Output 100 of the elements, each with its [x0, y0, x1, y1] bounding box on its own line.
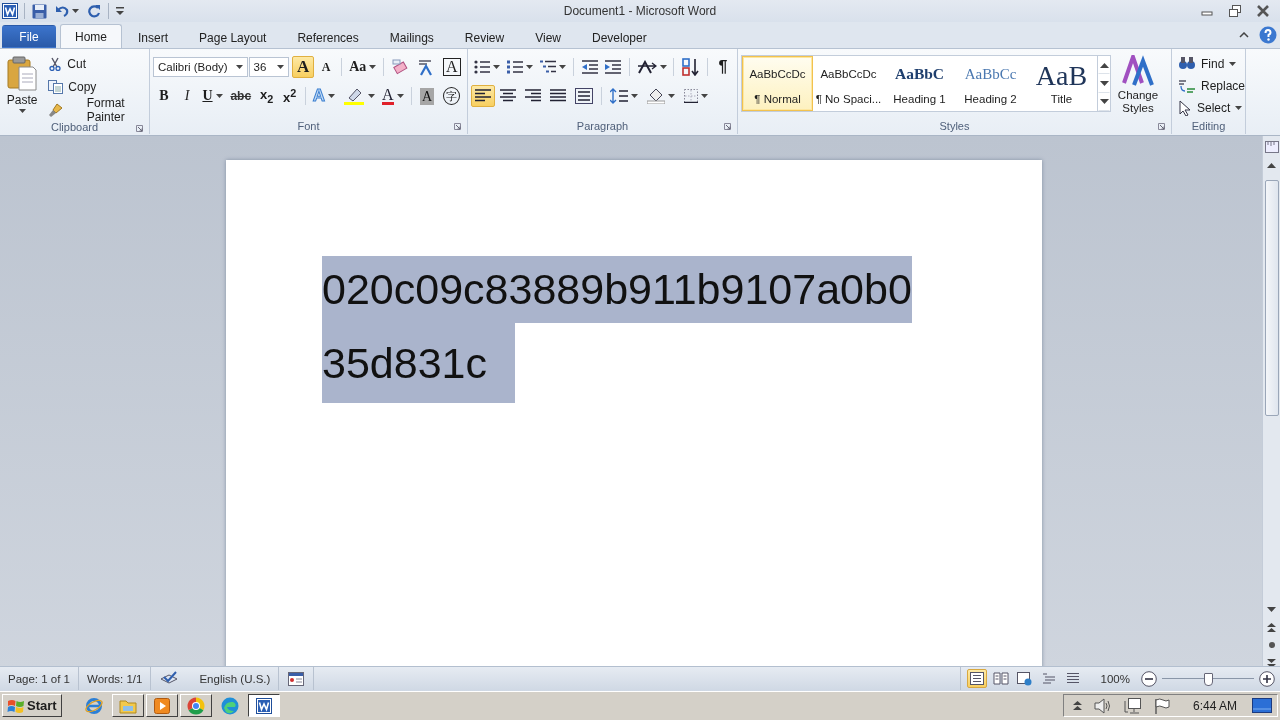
- caret-icon: [1235, 105, 1243, 110]
- chevron-up-icon: [1239, 32, 1249, 38]
- align-left-button[interactable]: [471, 85, 495, 107]
- caret-icon: [72, 9, 79, 13]
- save-button[interactable]: [31, 2, 48, 20]
- sort-icon: [681, 58, 700, 76]
- strike-button[interactable]: abc: [227, 85, 255, 107]
- up-arrow-icon: [1267, 162, 1276, 168]
- format-painter-button[interactable]: Format Painter: [45, 99, 146, 120]
- customize-toolbar-button[interactable]: [115, 5, 125, 17]
- indent-icon: [605, 60, 622, 74]
- zoom-slider[interactable]: [1162, 670, 1254, 687]
- clock[interactable]: 6:44 AM: [1192, 698, 1237, 713]
- subscript-button[interactable]: x$_{2}$: [255, 85, 278, 107]
- select-button[interactable]: Select: [1175, 97, 1242, 118]
- style-name: Title: [1050, 92, 1073, 105]
- style-item[interactable]: AaBbCcDc ¶ Normal: [742, 56, 813, 111]
- style-item[interactable]: AaBbC Heading 1: [884, 56, 955, 111]
- text-direction-icon: [636, 60, 657, 74]
- zoom-in-button[interactable]: [1258, 669, 1276, 688]
- font-size-field[interactable]: 36: [248, 57, 290, 77]
- shrink-button[interactable]: A: [315, 56, 338, 78]
- taskbar-app-button[interactable]: [247, 694, 280, 717]
- zoom-slider-thumb[interactable]: [1204, 672, 1213, 686]
- color-button[interactable]: A: [378, 85, 408, 107]
- document-icon: [255, 697, 272, 714]
- dialog-launcher-button[interactable]: [453, 122, 462, 131]
- ribbon-tab[interactable]: Developer: [576, 26, 662, 48]
- print-layout-view-button[interactable]: [966, 669, 987, 688]
- caret-icon: [18, 109, 26, 113]
- style-name: Heading 1: [893, 92, 946, 105]
- volume-button[interactable]: [1092, 696, 1113, 715]
- line-spacing-icon: [610, 88, 628, 104]
- change-styles-button[interactable]: Change Styles: [1115, 52, 1161, 118]
- caret-icon: [659, 65, 667, 69]
- paint-bucket-icon: [647, 88, 665, 104]
- ribbon-tab[interactable]: Home: [60, 24, 122, 48]
- cut-button[interactable]: Cut: [45, 53, 146, 74]
- language-label[interactable]: English (U.S.): [199, 672, 271, 685]
- show-hidden-icons-button[interactable]: [1071, 700, 1083, 711]
- ribbon-tab[interactable]: View: [520, 26, 576, 48]
- underline-button[interactable]: U: [199, 85, 226, 107]
- dialog-launcher-button[interactable]: [135, 124, 144, 133]
- document-text: 020c09c83889b911b9107a0b0: [322, 256, 912, 323]
- group-label: Font: [297, 120, 320, 132]
- caret-icon: [668, 94, 675, 98]
- distribute-icon: [575, 88, 593, 104]
- network-button[interactable]: [1122, 696, 1143, 715]
- style-preview: AaB: [1034, 62, 1089, 85]
- page-count[interactable]: Page: 1 of 1: [0, 667, 80, 690]
- show-desktop-button[interactable]: [1251, 695, 1273, 716]
- style-item[interactable]: AaBbCcDc ¶ No Spaci...: [813, 56, 884, 111]
- bold-button[interactable]: B: [153, 85, 175, 107]
- paste-button[interactable]: Paste: [3, 52, 42, 120]
- word-count[interactable]: Words: 1/1: [79, 667, 152, 690]
- zoom-out-button[interactable]: [1140, 669, 1158, 688]
- copy-button[interactable]: Copy: [45, 76, 146, 97]
- change-styles-icon: [1122, 55, 1154, 87]
- case-button[interactable]: Aa: [346, 56, 380, 78]
- caret-icon: [631, 94, 638, 98]
- caret-icon: [526, 65, 534, 69]
- caret-icon: [559, 65, 567, 69]
- down-arrow-icon: [1099, 81, 1109, 86]
- scrollbar-thumb[interactable]: [1264, 180, 1279, 416]
- up-arrow-icon: [1099, 62, 1109, 68]
- collapse-ribbon-button[interactable]: [1238, 31, 1250, 39]
- style-item[interactable]: AaB Title: [1026, 56, 1097, 111]
- action-center-button[interactable]: [1152, 696, 1171, 715]
- group-label: Styles: [939, 120, 970, 132]
- font-name-field[interactable]: Calibri (Body): [153, 57, 248, 77]
- help-button[interactable]: [1258, 25, 1278, 45]
- style-preview: AaBbCcDc: [819, 66, 878, 82]
- grow-button[interactable]: A: [292, 56, 315, 78]
- show-marks-button[interactable]: ¶: [712, 56, 734, 78]
- ribbon-tab[interactable]: Page Layout: [184, 26, 282, 48]
- ribbon-tab[interactable]: References: [282, 26, 374, 48]
- start-button[interactable]: Start: [2, 694, 62, 717]
- launcher-icon: [454, 123, 461, 130]
- dialog-launcher-button[interactable]: [1157, 122, 1166, 131]
- italic-button[interactable]: I: [176, 85, 198, 107]
- ribbon-tab[interactable]: Insert: [123, 26, 184, 48]
- network-icon: [1123, 697, 1142, 714]
- superscript-button[interactable]: x$^{2}$: [278, 85, 301, 107]
- launcher-icon: [724, 123, 731, 130]
- undo-button[interactable]: [54, 3, 80, 19]
- align-center-icon: [500, 89, 516, 103]
- redo-button[interactable]: [86, 3, 102, 19]
- style-item[interactable]: AaBbCc Heading 2: [955, 56, 1026, 111]
- ribbon-tab[interactable]: Review: [449, 26, 520, 48]
- dialog-launcher-button[interactable]: [723, 122, 732, 131]
- ruler-toggle-button[interactable]: [1263, 140, 1280, 154]
- macro-button[interactable]: [287, 670, 306, 687]
- speaker-icon: [1093, 697, 1112, 714]
- zoom-level[interactable]: 100%: [1086, 672, 1136, 685]
- find-button[interactable]: Find: [1175, 53, 1242, 74]
- outline-icon: [1041, 672, 1056, 685]
- down-arrow-icon: [1099, 99, 1109, 105]
- caret-icon: [277, 65, 285, 69]
- file-tab[interactable]: File: [2, 25, 56, 48]
- ribbon-tab[interactable]: Mailings: [374, 26, 449, 48]
